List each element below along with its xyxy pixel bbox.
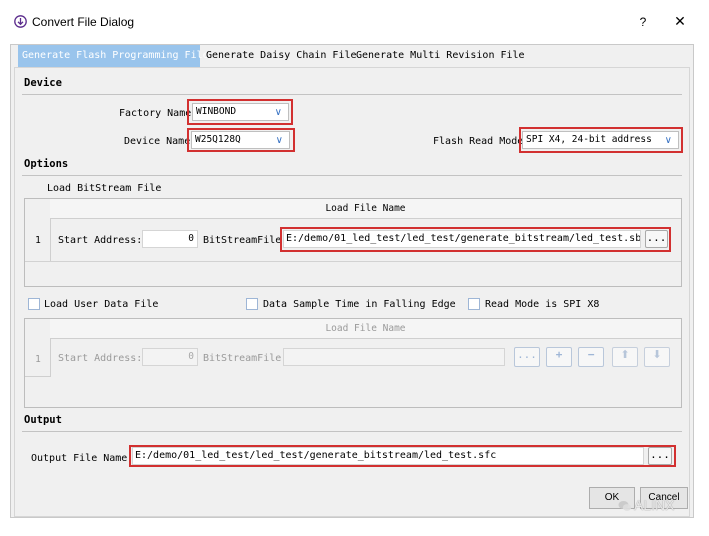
output-file-name-label: Output File Name: — [31, 453, 134, 464]
window-title: Convert File Dialog — [32, 15, 135, 29]
move-down-icon[interactable]: ⬇ — [644, 347, 670, 367]
close-button[interactable]: ✕ — [672, 13, 688, 30]
tab-generate-multi-revision-file[interactable]: Generate Multi Revision File — [352, 45, 525, 67]
device-divider — [22, 94, 682, 95]
user-data-path-input[interactable] — [283, 348, 505, 366]
move-up-icon[interactable]: ⬆ — [612, 347, 638, 367]
bitstream-row-divider — [25, 261, 681, 262]
options-section-title: Options — [24, 158, 69, 170]
factory-name-select[interactable]: WINBOND ∨ — [192, 103, 289, 121]
load-user-data-checkbox[interactable] — [28, 298, 40, 310]
device-section-title: Device — [24, 77, 62, 89]
remove-icon[interactable]: − — [578, 347, 604, 367]
tab-generate-flash-programming-file[interactable]: Generate Flash Programming File — [18, 45, 209, 67]
device-name-label: Device Name — [124, 136, 191, 147]
start-address-label: Start Address: — [58, 235, 143, 246]
read-mode-x8-checkbox[interactable] — [468, 298, 480, 310]
help-button[interactable]: ? — [636, 15, 650, 29]
device-name-value: W25Q128Q — [195, 134, 241, 145]
bitstream-file-label: BitStreamFile: — [203, 235, 288, 246]
chevron-down-icon: ∨ — [664, 135, 672, 146]
flash-read-mode-value: SPI X4, 24-bit address — [526, 134, 652, 145]
data-sample-label: Data Sample Time in Falling Edge — [263, 299, 456, 310]
bitstream-path-input[interactable]: E:/demo/01_led_test/led_test/generate_bi… — [283, 230, 641, 248]
watermark-text: ALINX — [634, 497, 675, 513]
factory-name-value: WINBOND — [196, 106, 237, 117]
user-data-browse-button[interactable]: ... — [514, 347, 540, 367]
output-section-title: Output — [24, 414, 62, 426]
start-address-input[interactable]: 0 — [142, 230, 198, 248]
read-mode-x8-label: Read Mode is SPI X8 — [485, 299, 600, 310]
wechat-logo-icon — [618, 501, 632, 511]
chevron-down-icon: ∨ — [275, 135, 283, 146]
output-divider — [22, 431, 682, 432]
tab-generate-daisy-chain-file[interactable]: Generate Daisy Chain File — [202, 45, 357, 67]
row-index: 1 — [35, 354, 41, 365]
bitstream-file-label: BitStreamFile: — [203, 353, 288, 364]
bitstream-browse-button[interactable]: ... — [645, 230, 668, 248]
row-index: 1 — [35, 235, 41, 246]
chevron-down-icon: ∨ — [274, 107, 282, 118]
flash-read-mode-select[interactable]: SPI X4, 24-bit address ∨ — [522, 131, 679, 149]
flash-read-mode-label: Flash Read Mode — [433, 136, 524, 147]
options-divider — [22, 175, 682, 176]
bitstream-table-header: Load File Name — [50, 199, 681, 219]
load-bitstream-label: Load BitStream File — [47, 183, 162, 194]
user-data-table-header: Load File Name — [50, 319, 681, 339]
start-address-input[interactable]: 0 — [142, 348, 198, 366]
convert-arrow-icon — [14, 15, 27, 28]
output-browse-button[interactable]: ... — [648, 447, 672, 465]
factory-name-label: Factory Name — [119, 108, 192, 119]
output-file-name-input[interactable]: E:/demo/01_led_test/led_test/generate_bi… — [132, 447, 644, 465]
data-sample-checkbox[interactable] — [246, 298, 258, 310]
add-icon[interactable]: + — [546, 347, 572, 367]
load-user-data-label: Load User Data File — [44, 299, 159, 310]
device-name-select[interactable]: W25Q128Q ∨ — [191, 131, 290, 149]
start-address-label: Start Address: — [58, 353, 143, 364]
